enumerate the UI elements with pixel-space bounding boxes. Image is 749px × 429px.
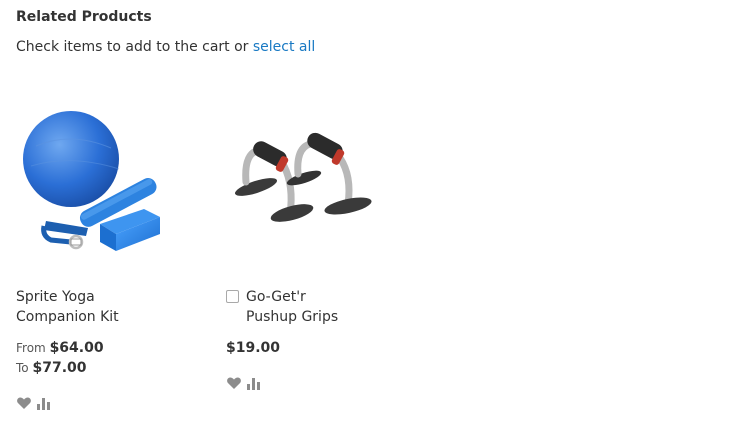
price-to-value: $77.00 bbox=[32, 360, 87, 376]
price-to-row: To $77.00 bbox=[16, 358, 104, 378]
product-select-checkbox[interactable] bbox=[226, 290, 239, 303]
product-name-row: Sprite Yoga Companion Kit bbox=[16, 287, 206, 327]
yoga-kit-icon[interactable] bbox=[16, 96, 176, 266]
price-from-label: From bbox=[16, 341, 46, 355]
product-actions bbox=[16, 395, 52, 411]
product-name-link[interactable]: Go-Get'r Pushup Grips bbox=[246, 287, 361, 327]
heart-icon[interactable] bbox=[226, 375, 242, 391]
pushup-grips-icon[interactable] bbox=[226, 96, 386, 266]
product-name-link[interactable]: Sprite Yoga Companion Kit bbox=[16, 287, 131, 327]
product-name-row: Go-Get'r Pushup Grips bbox=[226, 287, 416, 327]
product-item: Sprite Yoga Companion Kit From $64.00 To… bbox=[16, 96, 206, 410]
price-value: $19.00 bbox=[226, 340, 281, 356]
block-actions: Check items to add to the cart or select… bbox=[16, 39, 315, 55]
instruction-text: Check items to add to the cart or bbox=[16, 39, 249, 55]
bar-chart-icon[interactable] bbox=[36, 395, 52, 411]
bar-chart-icon[interactable] bbox=[246, 375, 262, 391]
price-box: $19.00 bbox=[226, 338, 280, 358]
product-item: Go-Get'r Pushup Grips $19.00 bbox=[226, 96, 416, 390]
product-actions bbox=[226, 375, 262, 391]
price-from-row: From $64.00 bbox=[16, 338, 104, 358]
select-all-link[interactable]: select all bbox=[253, 39, 315, 55]
block-title: Related Products bbox=[16, 9, 152, 25]
heart-icon[interactable] bbox=[16, 395, 32, 411]
price-box: From $64.00 To $77.00 bbox=[16, 338, 104, 378]
price-to-label: To bbox=[16, 361, 29, 375]
price-from-value: $64.00 bbox=[49, 340, 104, 356]
